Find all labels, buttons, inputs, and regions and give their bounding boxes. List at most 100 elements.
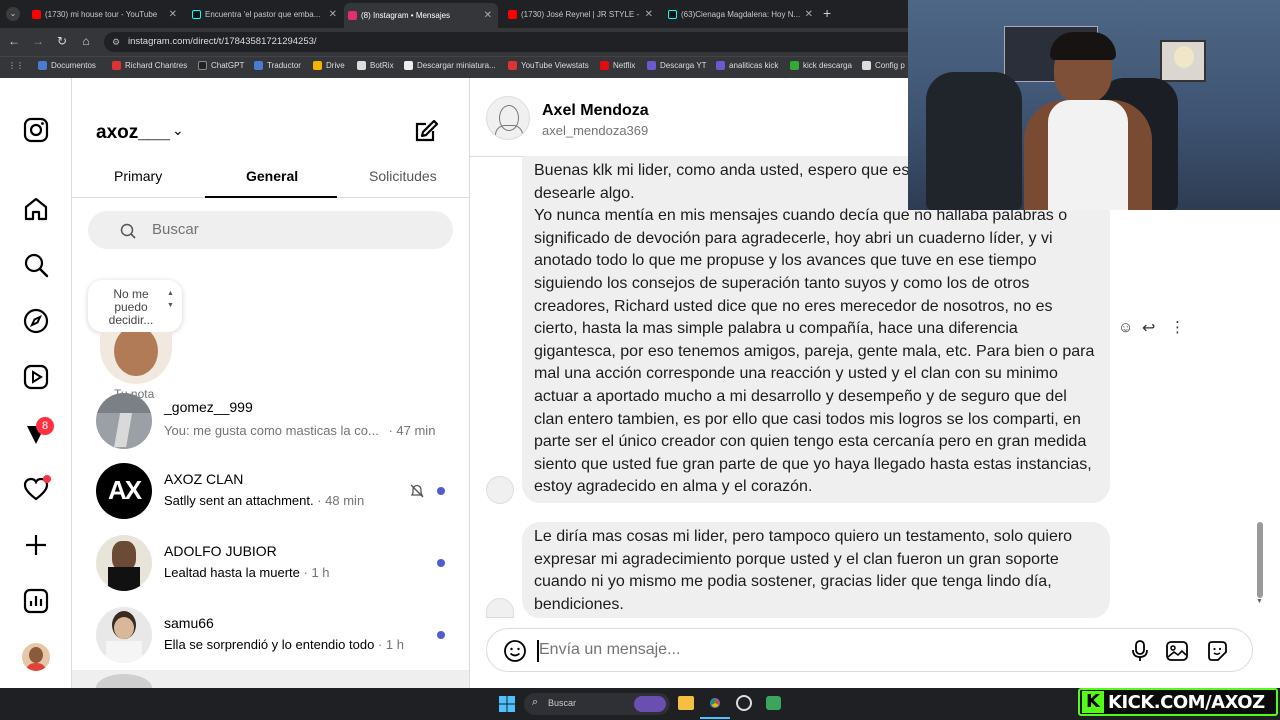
reply-arrow-icon[interactable]: ↩ (1142, 318, 1155, 338)
file-explorer-icon[interactable] (678, 696, 694, 710)
home-icon[interactable]: ⌂ (78, 34, 94, 48)
bookmark-item[interactable]: ChatGPT (198, 61, 244, 70)
note-bubble[interactable]: No me puedo decidir... ▲ ▼ (88, 280, 182, 332)
message-input-placeholder[interactable]: Envía un mensaje... (539, 641, 680, 659)
browser-tab[interactable]: (1730) mi house tour - YouTube ✕ (32, 4, 177, 24)
tab-list-chevron-icon[interactable]: ⌄ (6, 7, 20, 21)
contact-avatar[interactable] (486, 96, 530, 140)
close-tab-icon[interactable]: ✕ (169, 9, 177, 20)
bookmark-label: kick descarga (803, 61, 852, 70)
conversation-item[interactable]: samu66 Ella se sorprendió y lo entendio … (96, 607, 456, 667)
tab-solicitudes[interactable]: Solicitudes (369, 168, 437, 184)
bookmark-item[interactable]: Descargar miniatura... (404, 61, 496, 70)
image-icon (404, 61, 413, 70)
site-info-icon[interactable]: ⚙ (112, 32, 120, 52)
sticker-icon[interactable] (1205, 639, 1229, 663)
scroll-down-arrow-icon[interactable]: ▼ (1256, 598, 1263, 605)
new-message-icon[interactable] (413, 118, 439, 144)
note-avatar[interactable] (100, 332, 172, 384)
drive-icon (313, 61, 322, 70)
image-upload-icon[interactable] (1165, 639, 1189, 663)
browser-tab[interactable]: (63)Cienaga Magdalena: Hoy N... ✕ (668, 4, 813, 24)
chrome-icon[interactable] (707, 695, 723, 711)
bookmark-item[interactable]: Netflix (600, 61, 635, 70)
bookmark-item[interactable]: Config p (862, 61, 905, 70)
home-icon[interactable] (22, 195, 50, 223)
bookmark-item[interactable]: YouTube Viewstats (508, 61, 589, 70)
forward-arrow-icon[interactable]: → (30, 34, 46, 48)
message-composer[interactable]: Envía un mensaje... (486, 628, 1253, 672)
bookmark-item[interactable]: Traductor (254, 61, 301, 70)
tab-title: (1730) José Reynel | JR STYLE - (521, 9, 640, 19)
conversation-name: ADOLFO JUBIOR (164, 543, 277, 559)
conversation-item[interactable]: ADOLFO JUBIOR Lealtad hasta la muerte · … (96, 535, 456, 595)
unread-dot (437, 559, 445, 567)
conversation-item[interactable]: AX AXOZ CLAN Satlly sent an attachment. … (96, 463, 456, 523)
bookmark-item[interactable]: Richard Chantres (112, 61, 187, 70)
search-icon[interactable] (22, 251, 50, 279)
react-emoji-icon[interactable]: ☺ (1118, 319, 1133, 336)
bookmark-item[interactable]: Drive (313, 61, 345, 70)
browser-tab[interactable]: Encuentra 'el pastor que emba... ✕ (192, 4, 337, 24)
browser-tab[interactable]: (1730) José Reynel | JR STYLE - ✕ (508, 4, 653, 24)
tab-primary[interactable]: Primary (114, 168, 162, 184)
bookmark-item[interactable]: BotRix (357, 61, 394, 70)
preview-text: You: me gusta como masticas la co... (164, 423, 379, 438)
avatar (96, 393, 152, 449)
close-tab-icon[interactable]: ✕ (645, 9, 653, 20)
chevron-down-icon[interactable]: ⌄ (172, 122, 184, 139)
tab-title: (1730) mi house tour - YouTube (45, 9, 158, 19)
conversation-name: _gomez__999 (164, 399, 253, 415)
apps-grid-icon[interactable]: ⋮⋮ (8, 61, 24, 70)
bookmark-label: Config p (875, 61, 905, 70)
bookmark-item[interactable]: Documentos (38, 61, 96, 70)
message-bubble[interactable]: Le diría mas cosas mi lider, pero tampoc… (522, 522, 1110, 618)
profile-avatar[interactable] (22, 643, 50, 671)
preview-time: · 48 min (317, 493, 365, 508)
obs-icon[interactable] (736, 695, 752, 711)
webcam-overlay (908, 0, 1280, 210)
address-bar[interactable]: ⚙ instagram.com/direct/t/178435817212942… (104, 32, 924, 52)
tab-general[interactable]: General (246, 168, 298, 184)
muted-bell-icon (410, 484, 424, 498)
kick-icon (790, 61, 799, 70)
back-arrow-icon[interactable]: ← (6, 34, 22, 48)
inbox-username[interactable]: axoz___ (96, 122, 170, 144)
preview-time: · 1 h (303, 565, 330, 580)
conversation-preview: Ella se sorprendió y lo entendio todo · … (164, 637, 404, 652)
close-tab-icon[interactable]: ✕ (329, 9, 337, 20)
tab-title: (63)Cienaga Magdalena: Hoy N... (681, 9, 801, 19)
explore-compass-icon[interactable] (22, 307, 50, 335)
browser-tab-active[interactable]: (8) Instagram • Mensajes ✕ (344, 3, 498, 28)
search-field[interactable]: Buscar (88, 211, 453, 249)
conversation-item[interactable]: _gomez__999 You: me gusta como masticas … (96, 393, 456, 453)
bookmark-label: Descargar miniatura... (417, 61, 496, 70)
taskbar-search[interactable]: ⌕ Buscar (524, 693, 670, 715)
conversation-name: samu66 (164, 615, 214, 631)
conversation-item-highlighted[interactable] (72, 670, 469, 688)
reels-icon[interactable] (22, 363, 50, 391)
microphone-icon[interactable] (1129, 639, 1151, 663)
emoji-picker-icon[interactable] (503, 639, 527, 663)
more-options-icon[interactable]: ⋮ (1170, 318, 1185, 336)
bookmark-label: Drive (326, 61, 345, 70)
bookmark-item[interactable]: kick descarga (790, 61, 852, 70)
close-tab-icon[interactable]: ✕ (805, 9, 813, 20)
notifications-button[interactable] (22, 475, 51, 503)
app-icon[interactable] (766, 696, 781, 710)
tab-title: (8) Instagram • Mensajes (361, 11, 451, 20)
create-plus-icon[interactable] (22, 531, 50, 559)
instagram-logo-icon[interactable] (22, 116, 50, 144)
close-tab-icon[interactable]: ✕ (484, 10, 492, 21)
preview-text: Lealtad hasta la muerte (164, 565, 300, 580)
dashboard-icon[interactable] (22, 587, 50, 615)
messenger-icon[interactable]: 8 (22, 417, 54, 447)
bookmark-item[interactable]: analiticas kick (716, 61, 778, 70)
bookmark-item[interactable]: Descarga YT (647, 61, 707, 70)
chat-scrollbar-thumb[interactable] (1257, 522, 1263, 598)
tab-title: Encuentra 'el pastor que emba... (205, 9, 321, 19)
new-tab-button[interactable]: + (823, 5, 831, 21)
reload-icon[interactable]: ↻ (54, 34, 70, 48)
windows-start-icon[interactable] (499, 696, 515, 712)
contact-name[interactable]: Axel Mendoza (542, 102, 649, 120)
